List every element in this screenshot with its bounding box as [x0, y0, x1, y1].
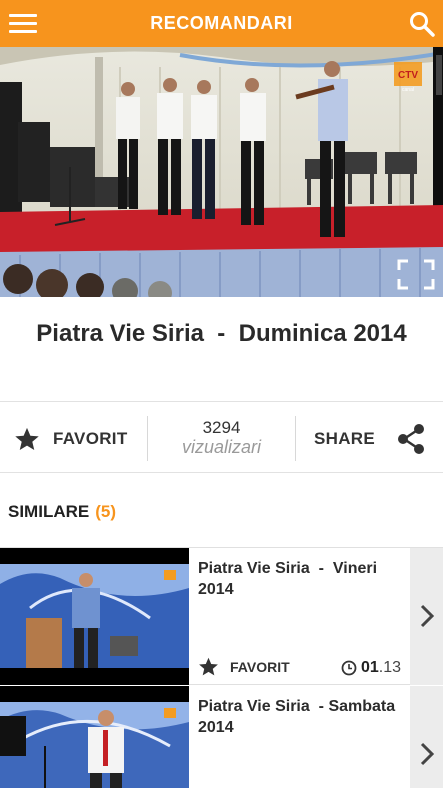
views-label: vizualizari — [181, 437, 262, 457]
views-count: 3294 — [202, 418, 241, 437]
list-item[interactable]: Piatra Vie Siria - Sambata 2014 — [0, 686, 443, 788]
chevron-right-icon — [420, 604, 435, 628]
list-item[interactable]: Piatra Vie Siria - Vineri 2014 FAVORIT 0… — [0, 547, 443, 685]
similar-title: SIMILARE — [8, 502, 90, 521]
clock-icon — [341, 660, 357, 676]
channel-logo-subtext: canal — [402, 87, 414, 93]
duration: 01.13 — [341, 658, 401, 678]
share-label: SHARE — [314, 429, 376, 448]
divider — [295, 416, 296, 461]
similar-count: (5) — [95, 502, 117, 521]
favorite-button[interactable]: FAVORIT — [198, 656, 290, 678]
similar-heading: SIMILARE (5) — [8, 502, 116, 522]
video-thumbnail — [0, 548, 189, 685]
channel-logo: CTV — [398, 70, 418, 81]
fullscreen-icon[interactable] — [397, 259, 435, 290]
star-icon — [15, 427, 39, 450]
duration-seconds: .13 — [378, 659, 402, 676]
star-icon — [199, 657, 218, 676]
share-button[interactable]: SHARE — [314, 422, 429, 456]
list-item-title: Piatra Vie Siria - Sambata 2014 — [198, 698, 400, 736]
video-actions-bar: FAVORIT 3294 vizualizari SHARE — [0, 401, 443, 473]
video-thumbnail — [0, 686, 189, 788]
favorite-label: FAVORIT — [53, 429, 128, 448]
video-thumbnail: CTV canal — [0, 47, 443, 297]
search-icon[interactable] — [407, 9, 437, 39]
favorite-button[interactable]: FAVORIT — [14, 424, 128, 454]
favorite-label: FAVORIT — [230, 659, 290, 675]
share-icon — [398, 424, 424, 454]
views-counter: 3294 vizualizari — [148, 418, 295, 458]
list-item-title: Piatra Vie Siria - Vineri 2014 — [198, 560, 382, 598]
open-item-button[interactable] — [410, 548, 443, 685]
duration-minutes: 01 — [361, 659, 379, 676]
chevron-right-icon — [420, 742, 435, 766]
page-title: RECOMANDARI — [150, 13, 293, 33]
top-app-bar: RECOMANDARI — [0, 0, 443, 47]
video-player[interactable]: CTV canal — [0, 47, 443, 297]
open-item-button[interactable] — [410, 686, 443, 788]
video-title: Piatra Vie Siria - Duminica 2014 — [36, 320, 407, 347]
